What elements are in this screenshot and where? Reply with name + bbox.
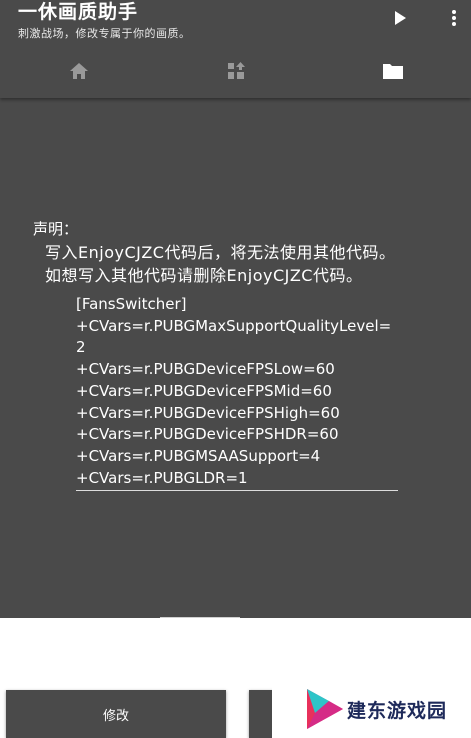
bottom-bar: 修改 建东游戏园	[0, 618, 471, 738]
tab-indicator	[314, 96, 471, 98]
code-line: +CVars=r.PUBGDeviceFPSHDR=60	[76, 425, 339, 444]
content-panel: 声明： 写入EnjoyCJZC代码后，将无法使用其他代码。 如想写入其他代码请删…	[0, 98, 471, 618]
app-bar: 一休画质助手 刺激战场，修改专属于你的画质。	[0, 0, 471, 98]
notice-line-1: 写入EnjoyCJZC代码后，将无法使用其他代码。	[45, 243, 396, 262]
code-line: 2	[76, 338, 86, 357]
play-icon[interactable]	[392, 10, 408, 26]
tab-home[interactable]	[0, 56, 157, 86]
modify-button[interactable]: 修改	[6, 690, 226, 738]
tab-upgrade[interactable]	[157, 56, 314, 86]
app-subtitle: 刺激战场，修改专属于你的画质。	[18, 27, 191, 40]
home-icon	[69, 63, 88, 79]
watermark-logo-icon	[307, 689, 343, 729]
tab-folder[interactable]	[314, 56, 471, 86]
code-line: +CVars=r.PUBGDeviceFPSHigh=60	[76, 403, 340, 422]
code-line: [FansSwitcher]	[76, 295, 187, 313]
watermark-text: 建东游戏园	[347, 699, 448, 722]
watermark: 建东游戏园	[272, 680, 471, 738]
notice-label: 声明：	[33, 220, 79, 238]
code-line: +CVars=r.PUBGDeviceFPSMid=60	[76, 381, 332, 400]
upgrade-icon	[227, 62, 245, 79]
app-title: 一休画质助手	[18, 1, 139, 23]
config-code-block[interactable]: [FansSwitcher] +CVars=r.PUBGMaxSupportQu…	[76, 294, 398, 492]
code-line: +CVars=r.PUBGMaxSupportQualityLevel=	[76, 316, 392, 335]
folder-icon	[382, 64, 403, 79]
code-line: +CVars=r.PUBGLDR=1	[76, 468, 248, 487]
code-line: +CVars=r.PUBGDeviceFPSLow=60	[76, 360, 335, 379]
code-line: +CVars=r.PUBGMSAASupport=4	[76, 446, 321, 465]
more-vert-icon[interactable]	[449, 8, 459, 28]
notice-line-2: 如想写入其他代码请删除EnjoyCJZC代码。	[45, 266, 363, 285]
